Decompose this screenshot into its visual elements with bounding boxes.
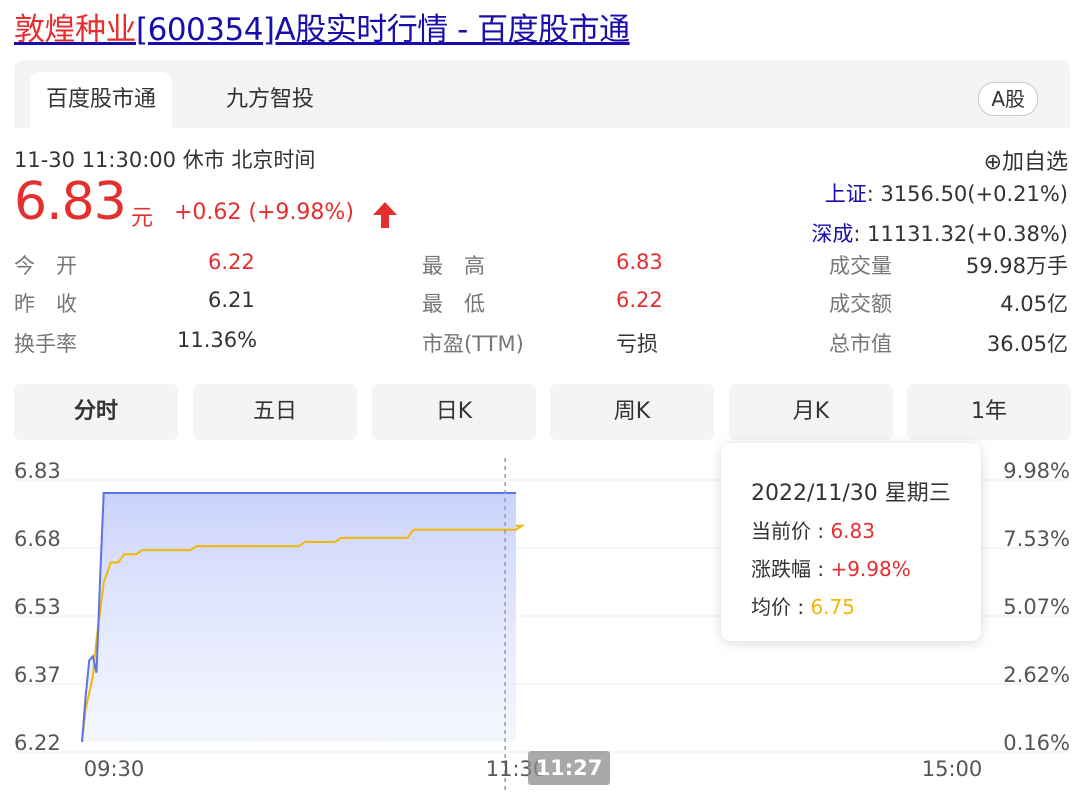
- tooltip-avg-value: 6.75: [810, 595, 855, 619]
- period-daily-k-button[interactable]: 日K: [372, 384, 536, 440]
- index-shanghai[interactable]: 上证: 3156.50(+0.21%): [825, 178, 1068, 208]
- price-unit: 元: [131, 206, 154, 231]
- crosshair-time-label: 11:27: [528, 751, 610, 785]
- x-tick-label: 15:00: [922, 757, 983, 781]
- period-weekly-k-button[interactable]: 周K: [550, 384, 714, 440]
- index-shenzhen-name[interactable]: 深成: [811, 222, 853, 246]
- index-shanghai-value: : 3156.50(+0.21%): [866, 182, 1068, 206]
- tooltip-date: 2022/11/30 星期三: [751, 481, 951, 506]
- y-left-tick-label: 6.22: [14, 731, 61, 755]
- tooltip-avg-row: 均价 : 6.75: [751, 591, 855, 620]
- y-left-tick-label: 6.68: [14, 527, 61, 551]
- y-left-tick-label: 6.37: [14, 663, 61, 687]
- prev-close-label: 昨 收: [14, 292, 77, 316]
- y-left-tick-label: 6.53: [14, 595, 61, 619]
- pe-value: 亏损: [616, 332, 658, 356]
- add-watchlist-button[interactable]: ⊕加自选: [984, 144, 1068, 176]
- amount-value: 4.05亿: [1000, 292, 1068, 316]
- quote-status-line: 11-30 11:30:00 休市 北京时间: [14, 144, 315, 174]
- tooltip-avg-label: 均价 :: [751, 595, 811, 619]
- high-label: 最 高: [422, 254, 485, 278]
- page-title[interactable]: 敦煌种业[600354]A股实时行情 - 百度股市通: [14, 4, 630, 49]
- x-tick-label: 09:30: [84, 757, 145, 781]
- source-tabbar: 百度股市通 九方智投 A股: [14, 60, 1070, 128]
- price-change: +0.62 (+9.98%): [174, 200, 354, 225]
- turnover-label: 换手率: [14, 332, 77, 356]
- index-shenzhen[interactable]: 深成: 11131.32(+0.38%): [811, 218, 1068, 248]
- y-right-tick-label: 9.98%: [1003, 459, 1070, 483]
- stock-name[interactable]: 敦煌种业: [14, 12, 137, 48]
- index-shanghai-name[interactable]: 上证: [825, 182, 867, 206]
- volume-value: 59.98万手: [965, 254, 1068, 278]
- index-shenzhen-value: : 11131.32(+0.38%): [853, 222, 1068, 246]
- tab-jiufang-zhitou[interactable]: 九方智投: [210, 72, 330, 128]
- tooltip-price-value: 6.83: [830, 519, 875, 543]
- tooltip-price-label: 当前价 :: [751, 519, 831, 543]
- title-rest[interactable]: [600354]A股实时行情 - 百度股市通: [136, 12, 630, 48]
- tooltip-change-label: 涨跌幅 :: [751, 557, 831, 581]
- up-arrow-icon: [373, 202, 397, 228]
- tooltip-price-row: 当前价 : 6.83: [751, 515, 875, 544]
- low-value: 6.22: [616, 288, 663, 312]
- chart-tooltip: 2022/11/30 星期三 当前价 : 6.83 涨跌幅 : +9.98% 均…: [721, 443, 981, 641]
- open-value: 6.22: [208, 250, 255, 274]
- high-value: 6.83: [616, 250, 663, 274]
- y-right-tick-label: 0.16%: [1003, 731, 1070, 755]
- tab-baidu-gushitong[interactable]: 百度股市通: [30, 72, 173, 128]
- y-right-tick-label: 2.62%: [1003, 663, 1070, 687]
- quote-timestamp: 11-30 11:30:00: [14, 148, 177, 172]
- market-badge: A股: [978, 82, 1038, 116]
- current-price: 6.83: [14, 172, 127, 232]
- y-left-tick-label: 6.83: [14, 459, 61, 483]
- period-monthly-k-button[interactable]: 月K: [729, 384, 893, 440]
- pe-label: 市盈(TTM): [422, 332, 524, 356]
- period-1year-button[interactable]: 1年: [907, 384, 1071, 440]
- market-status: 休市: [182, 148, 225, 172]
- timezone-label: 北京时间: [231, 148, 316, 172]
- tooltip-change-value: +9.98%: [830, 557, 911, 581]
- volume-label: 成交量: [829, 254, 892, 278]
- amount-label: 成交额: [829, 292, 892, 316]
- y-right-tick-label: 7.53%: [1003, 527, 1070, 551]
- open-label: 今 开: [14, 254, 77, 278]
- period-5day-button[interactable]: 五日: [193, 384, 357, 440]
- tooltip-change-row: 涨跌幅 : +9.98%: [751, 553, 911, 582]
- period-intraday-button[interactable]: 分时: [14, 384, 178, 440]
- prev-close-value: 6.21: [208, 288, 255, 312]
- low-label: 最 低: [422, 292, 485, 316]
- y-right-tick-label: 5.07%: [1003, 595, 1070, 619]
- turnover-value: 11.36%: [177, 328, 258, 352]
- mktcap-label: 总市值: [829, 332, 892, 356]
- mktcap-value: 36.05亿: [986, 332, 1068, 356]
